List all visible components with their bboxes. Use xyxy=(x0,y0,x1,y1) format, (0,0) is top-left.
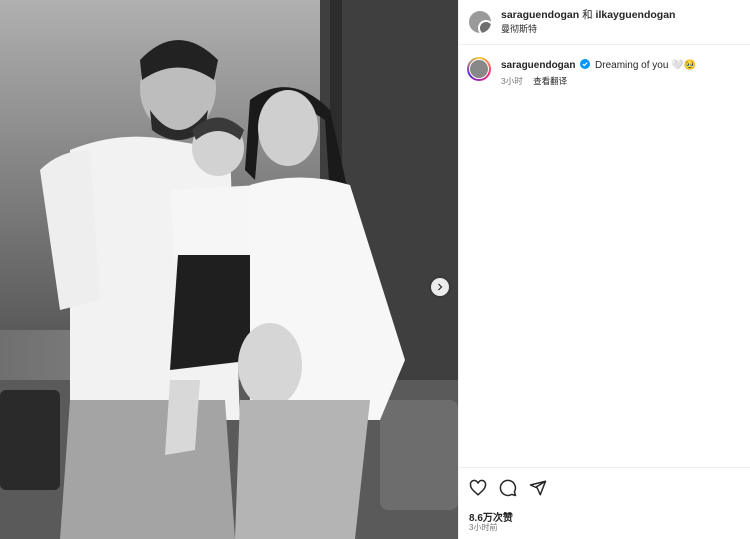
family-photo-image xyxy=(0,0,458,539)
chevron-right-icon xyxy=(438,283,443,291)
divider xyxy=(459,467,750,468)
action-bar xyxy=(469,479,547,497)
caption-text: Dreaming of you 🤍🥹 xyxy=(595,60,697,71)
location-link[interactable]: 曼彻斯特 xyxy=(501,22,675,36)
translate-link[interactable]: 查看翻译 xyxy=(533,76,567,86)
caption-avatar[interactable] xyxy=(467,57,491,81)
post-sidebar: saraguendogan 和 ilkayguendogan 曼彻斯特 sara… xyxy=(458,0,750,539)
conjunction-text: 和 xyxy=(582,9,593,21)
post-photo[interactable] xyxy=(0,0,458,539)
caption-time: 3小时 xyxy=(501,76,523,86)
post-header: saraguendogan 和 ilkayguendogan 曼彻斯特 xyxy=(459,0,750,45)
post-timestamp: 3小时前 xyxy=(469,523,498,532)
post-caption: saraguendogan Dreaming of you 🤍🥹 3小时 查看翻… xyxy=(459,45,750,88)
caption-username[interactable]: saraguendogan xyxy=(501,60,575,71)
heart-icon[interactable] xyxy=(469,479,487,497)
collaborator-username[interactable]: ilkayguendogan xyxy=(596,9,676,21)
author-avatar[interactable] xyxy=(469,11,491,33)
author-username[interactable]: saraguendogan xyxy=(501,9,579,21)
verified-badge-icon xyxy=(580,59,591,69)
next-photo-button[interactable] xyxy=(431,278,449,296)
comment-icon[interactable] xyxy=(499,479,517,497)
paper-plane-icon[interactable] xyxy=(529,479,547,497)
